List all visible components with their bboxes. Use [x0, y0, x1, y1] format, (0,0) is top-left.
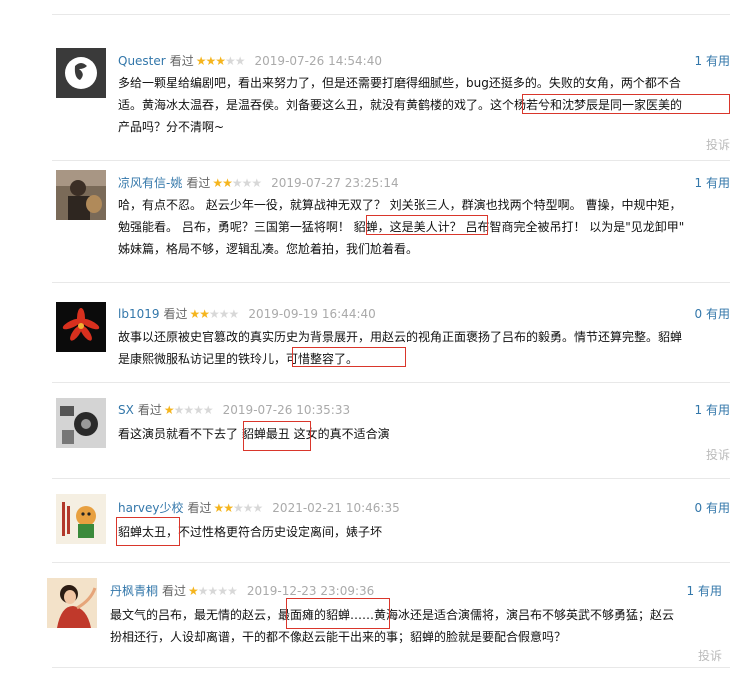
review-divider: [52, 160, 730, 161]
review-meta: 丹枫青桐 看过 ★★★★★ 2019-12-23 23:09:36: [110, 582, 374, 599]
review-text-line: 最文气的吕布，最无情的赵云，最面瘫的貂蝉……黄海冰还是适合演儒将，演吕布不够英武…: [110, 608, 675, 622]
watched-label: 看过: [163, 307, 188, 321]
report-link[interactable]: 投诉: [706, 136, 730, 153]
watched-label: 看过: [162, 584, 187, 598]
review-divider: [52, 562, 730, 563]
review-divider: [52, 667, 730, 668]
avatar[interactable]: [56, 398, 106, 448]
star-rating: ★★★★★: [189, 306, 240, 321]
review-text: 故事以还原被史官篡改的真实历史为背景展开，用赵云的视角正面褒扬了吕布的毅勇。情节…: [118, 326, 682, 370]
report-link[interactable]: 投诉: [706, 446, 730, 463]
star-rating: ★★★★★: [212, 175, 262, 190]
star-rating: ★★★★★: [188, 583, 238, 598]
review-time: 2019-12-23 23:09:36: [246, 583, 375, 598]
review-text-line: 多给一颗星给编剧吧，看出来努力了，但是还需要打磨得细腻些，bug还挺多的。失败的…: [118, 76, 681, 90]
avatar[interactable]: [56, 494, 106, 544]
useful-vote-link[interactable]: 0 有用: [695, 305, 730, 322]
star-rating: ★★★★★: [163, 402, 214, 417]
watched-label: 看过: [169, 54, 194, 68]
review-meta: Quester 看过 ★★★★★ 2019-07-26 14:54:40: [118, 52, 382, 69]
username-link[interactable]: SX: [118, 403, 134, 417]
useful-vote-link[interactable]: 1 有用: [687, 582, 722, 599]
review-text-line: 勉强能看。 吕布，勇呢？三国第一猛将啊！ 貂蝉，这是美人计？ 吕布智商完全被吊打…: [118, 220, 685, 234]
avatar[interactable]: [56, 170, 106, 220]
review-text-line: 是康熙微服私访记里的铁玲儿，可惜整容了。: [118, 352, 359, 366]
review-time: 2019-07-27 23:25:14: [271, 175, 399, 190]
review-text: 多给一颗星给编剧吧，看出来努力了，但是还需要打磨得细腻些，bug还挺多的。失败的…: [118, 72, 682, 138]
review-text-line: 扮相还行，人设却离谱，干的都不像赵云能干出来的事；貂蝉的脸就是要配合假意吗？: [110, 630, 567, 644]
useful-vote-link[interactable]: 1 有用: [695, 401, 730, 418]
useful-vote-link[interactable]: 0 有用: [695, 499, 730, 516]
review-divider: [52, 282, 730, 283]
review-time: 2021-02-21 10:46:35: [272, 500, 400, 515]
review-time: 2019-07-26 14:54:40: [254, 53, 382, 68]
avatar[interactable]: [47, 578, 97, 628]
review-text-line: 适。黄海冰太温吞，是温吞侯。刘备要这么丑，就没有黄鹤楼的戏了。这个杨若兮和沈梦辰…: [118, 98, 683, 112]
star-rating: ★★★★★: [195, 53, 246, 68]
review-meta: lb1019 看过 ★★★★★ 2019-09-19 16:44:40: [118, 305, 376, 322]
review-meta: harvey少校 看过 ★★★★★ 2021-02-21 10:46:35: [118, 499, 400, 516]
review-time: 2019-09-19 16:44:40: [248, 306, 376, 321]
review-text-line: 产品吗？分不清啊~: [118, 120, 225, 134]
username-link[interactable]: lb1019: [118, 307, 160, 321]
watched-label: 看过: [186, 176, 211, 190]
review-text: 最文气的吕布，最无情的赵云，最面瘫的貂蝉……黄海冰还是适合演儒将，演吕布不够英武…: [110, 604, 674, 648]
review-time: 2019-07-26 10:35:33: [222, 402, 351, 417]
report-link[interactable]: 投诉: [698, 647, 722, 664]
avatar[interactable]: [56, 302, 106, 352]
username-link[interactable]: Quester: [118, 54, 166, 68]
review-text: 貂蝉太丑，不过性格更符合历史设定离间，婊子坏: [118, 521, 382, 543]
review-divider: [52, 14, 730, 15]
review-text-line: 姊妹篇，格局不够，逻辑乱凑。您尬着拍，我们尬着看。: [118, 242, 419, 256]
star-rating: ★★★★★: [213, 500, 264, 515]
avatar[interactable]: [56, 48, 106, 98]
review-text: 哈，有点不忍。 赵云少年一役，就算战神无双了？ 刘关张三人，群演也找两个特型啊。…: [118, 194, 684, 260]
watched-label: 看过: [137, 403, 162, 417]
review-text: 看这演员就看不下去了 貂蝉最丑 这女的真不适合演: [118, 423, 390, 445]
review-text-line: 貂蝉太丑，不过性格更符合历史设定离间，婊子坏: [118, 525, 383, 539]
review-text-line: 哈，有点不忍。 赵云少年一役，就算战神无双了？ 刘关张三人，群演也找两个特型啊。…: [118, 198, 682, 212]
review-divider: [52, 478, 730, 479]
review-divider: [52, 382, 730, 383]
username-link[interactable]: harvey少校: [118, 499, 183, 516]
watched-label: 看过: [187, 501, 212, 515]
useful-vote-link[interactable]: 1 有用: [695, 52, 730, 69]
username-link[interactable]: 凉风有信-姚: [118, 174, 182, 191]
review-meta: 凉风有信-姚 看过 ★★★★★ 2019-07-27 23:25:14: [118, 174, 399, 191]
useful-vote-link[interactable]: 1 有用: [695, 174, 730, 191]
review-text-line: 看这演员就看不下去了 貂蝉最丑 这女的真不适合演: [118, 427, 390, 441]
username-link[interactable]: 丹枫青桐: [110, 582, 158, 599]
review-meta: SX 看过 ★★★★★ 2019-07-26 10:35:33: [118, 401, 350, 418]
review-text-line: 故事以还原被史官篡改的真实历史为背景展开，用赵云的视角正面褒扬了吕布的毅勇。情节…: [118, 330, 683, 344]
